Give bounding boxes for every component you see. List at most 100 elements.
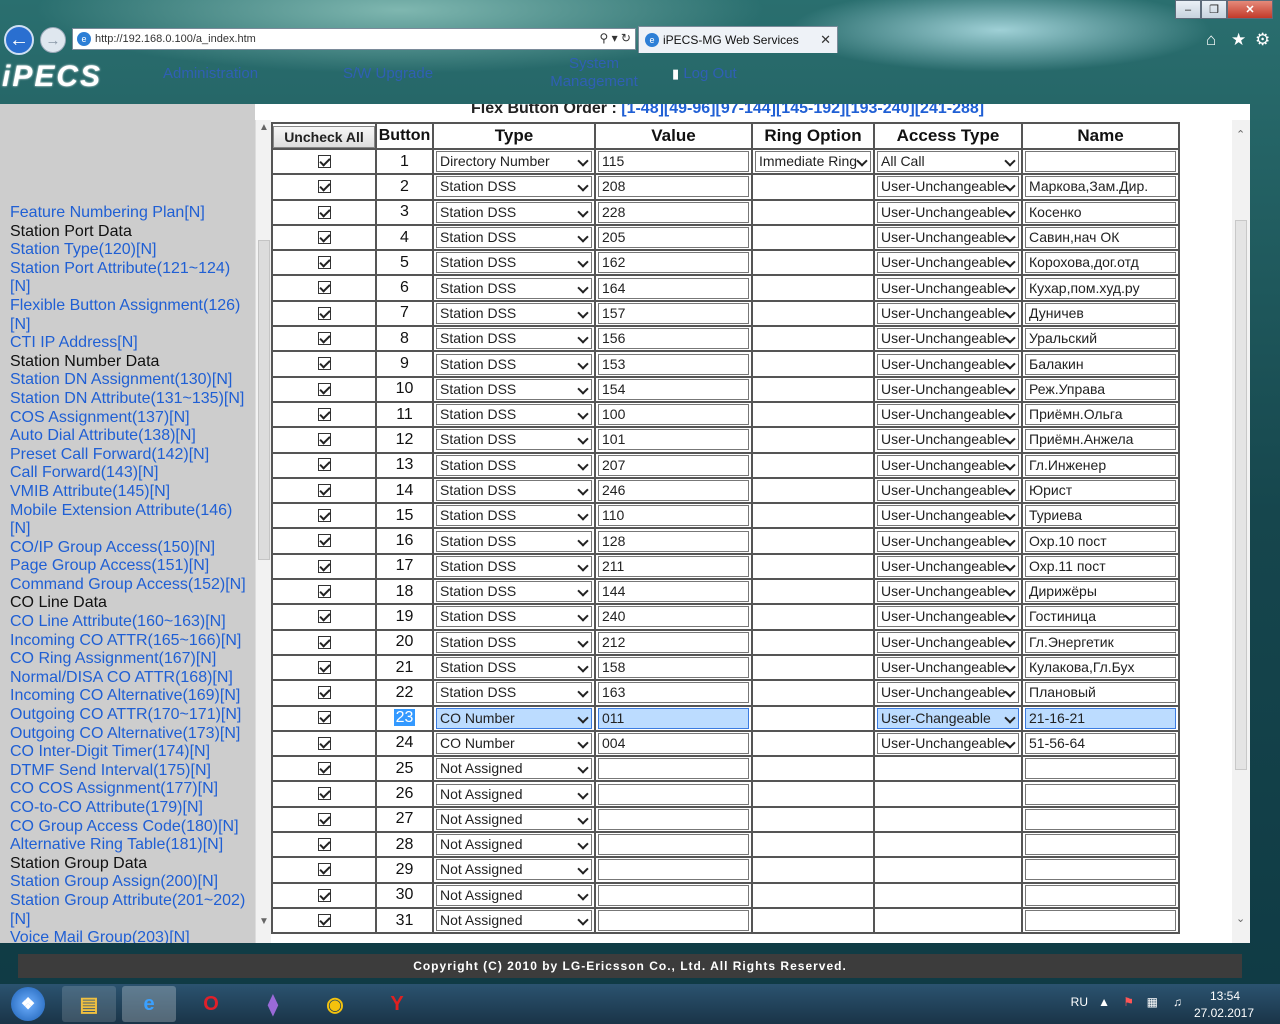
sidebar-link[interactable]: [N] [0,520,246,539]
sidebar-link[interactable]: Preset Call Forward(142)[N] [0,446,246,465]
language-indicator[interactable]: RU [1071,995,1088,1009]
row-checkbox[interactable] [317,837,331,851]
type-select[interactable]: Not Assigned [436,859,592,881]
sidebar-scroll-thumb[interactable] [258,240,270,560]
access-type-select[interactable]: User-Unchangeable [877,454,1019,476]
access-type-select[interactable]: User-Unchangeable [877,505,1019,527]
access-type-select[interactable]: User-Unchangeable [877,353,1019,375]
name-input[interactable]: Гл.Инженер [1025,454,1176,476]
sidebar-link[interactable]: Station DN Attribute(131~135)[N] [0,390,246,409]
chrome-icon[interactable]: ◉ [308,986,362,1022]
row-checkbox[interactable] [317,534,331,548]
name-input[interactable] [1025,884,1176,906]
internet-explorer-icon[interactable]: e [122,986,176,1022]
sidebar-link[interactable]: CO Group Access Code(180)[N] [0,818,246,837]
name-input[interactable]: Кухар,пом.худ.ру [1025,277,1176,299]
row-checkbox[interactable] [317,812,331,826]
value-input[interactable]: 205 [598,227,749,249]
value-input[interactable] [598,884,749,906]
row-checkbox[interactable] [317,281,331,295]
name-input[interactable] [1025,808,1176,830]
sidebar-link[interactable]: VMIB Attribute(145)[N] [0,483,246,502]
opera-icon[interactable]: O [184,986,238,1022]
access-type-select[interactable]: User-Unchangeable [877,328,1019,350]
value-input[interactable] [598,783,749,805]
name-input[interactable]: Гостиница [1025,606,1176,628]
sidebar-scrollbar[interactable]: ▲ ▼ [255,120,271,943]
sidebar-link[interactable]: Incoming CO Alternative(169)[N] [0,687,246,706]
type-select[interactable]: Not Assigned [436,910,592,932]
access-type-select[interactable]: User-Unchangeable [877,657,1019,679]
type-select[interactable]: Directory Number [436,151,592,173]
type-select[interactable]: CO Number [436,732,592,754]
clock-time[interactable]: 13:54 [1210,989,1240,1003]
scroll-up-icon[interactable]: ▲ [259,122,269,133]
sidebar-link[interactable]: CO Line Attribute(160~163)[N] [0,613,246,632]
sidebar-link[interactable]: CO Ring Assignment(167)[N] [0,650,246,669]
type-select[interactable]: Station DSS [436,227,592,249]
sidebar-link[interactable]: CO-to-CO Attribute(179)[N] [0,799,246,818]
access-type-select[interactable]: User-Unchangeable [877,682,1019,704]
value-input[interactable]: 154 [598,378,749,400]
name-input[interactable]: Приёмн.Анжела [1025,429,1176,451]
row-checkbox[interactable] [317,154,331,168]
sidebar-link[interactable]: Station Group Attribute(201~202) [0,892,246,911]
action-center-icon[interactable]: ⚑ [1123,995,1134,1009]
value-input[interactable]: 004 [598,732,749,754]
name-input[interactable]: Савин,нач ОК [1025,227,1176,249]
value-input[interactable]: 240 [598,606,749,628]
row-checkbox[interactable] [317,762,331,776]
row-checkbox[interactable] [317,230,331,244]
sidebar-link[interactable]: CO/IP Group Access(150)[N] [0,539,246,558]
sidebar-link[interactable]: Alternative Ring Table(181)[N] [0,836,246,855]
browser-tab[interactable]: e iPECS-MG Web Services ✕ [638,26,838,53]
access-type-select[interactable]: User-Unchangeable [877,555,1019,577]
access-type-select[interactable]: User-Unchangeable [877,631,1019,653]
close-window-button[interactable]: ✕ [1227,0,1273,19]
name-input[interactable]: Уральский [1025,328,1176,350]
value-input[interactable]: 164 [598,277,749,299]
type-select[interactable]: Not Assigned [436,758,592,780]
value-input[interactable]: 100 [598,404,749,426]
sidebar-link[interactable]: Outgoing CO Alternative(173)[N] [0,725,246,744]
access-type-select[interactable]: User-Unchangeable [877,581,1019,603]
name-input[interactable] [1025,783,1176,805]
access-type-select[interactable]: All Call [877,151,1019,173]
name-input[interactable]: Маркова,Зам.Дир. [1025,176,1176,198]
main-scroll-thumb[interactable] [1235,220,1247,770]
row-checkbox[interactable] [317,610,331,624]
row-checkbox[interactable] [317,407,331,421]
type-select[interactable]: Station DSS [436,505,592,527]
access-type-select[interactable]: User-Unchangeable [877,252,1019,274]
value-input[interactable]: 144 [598,581,749,603]
back-button[interactable]: ← [4,25,34,55]
sidebar-link[interactable]: Station DN Assignment(130)[N] [0,371,246,390]
row-checkbox[interactable] [317,509,331,523]
access-type-select[interactable]: User-Unchangeable [877,277,1019,299]
sidebar-link[interactable]: Normal/DISA CO ATTR(168)[N] [0,669,246,688]
sidebar-link[interactable]: [N] [0,316,246,335]
type-select[interactable]: Station DSS [436,454,592,476]
type-select[interactable]: CO Number [436,707,592,729]
ring-option-select[interactable]: Immediate Ring [755,151,871,173]
access-type-select[interactable]: User-Unchangeable [877,404,1019,426]
value-input[interactable]: 246 [598,480,749,501]
name-input[interactable] [1025,859,1176,881]
row-checkbox[interactable] [317,205,331,219]
sidebar-link[interactable]: Flexible Button Assignment(126) [0,297,246,316]
type-select[interactable]: Station DSS [436,530,592,552]
row-checkbox[interactable] [317,686,331,700]
sidebar-link[interactable]: Incoming CO ATTR(165~166)[N] [0,632,246,651]
value-input[interactable] [598,859,749,881]
name-input[interactable]: Кулакова,Гл.Бух [1025,657,1176,679]
value-input[interactable]: 162 [598,252,749,274]
row-checkbox[interactable] [317,635,331,649]
access-type-select[interactable]: User-Changeable [877,707,1019,729]
row-checkbox[interactable] [317,913,331,927]
start-button[interactable]: ❖ [2,984,54,1024]
address-actions-icon[interactable]: ⚲ ▾ ↻ [599,31,631,45]
sidebar-link[interactable]: Station Port Attribute(121~124) [0,260,246,279]
tray-up-arrow-icon[interactable]: ▲ [1098,995,1110,1009]
name-input[interactable]: Дирижёры [1025,581,1176,603]
main-scroll-up-icon[interactable]: ⌃ [1236,128,1245,141]
